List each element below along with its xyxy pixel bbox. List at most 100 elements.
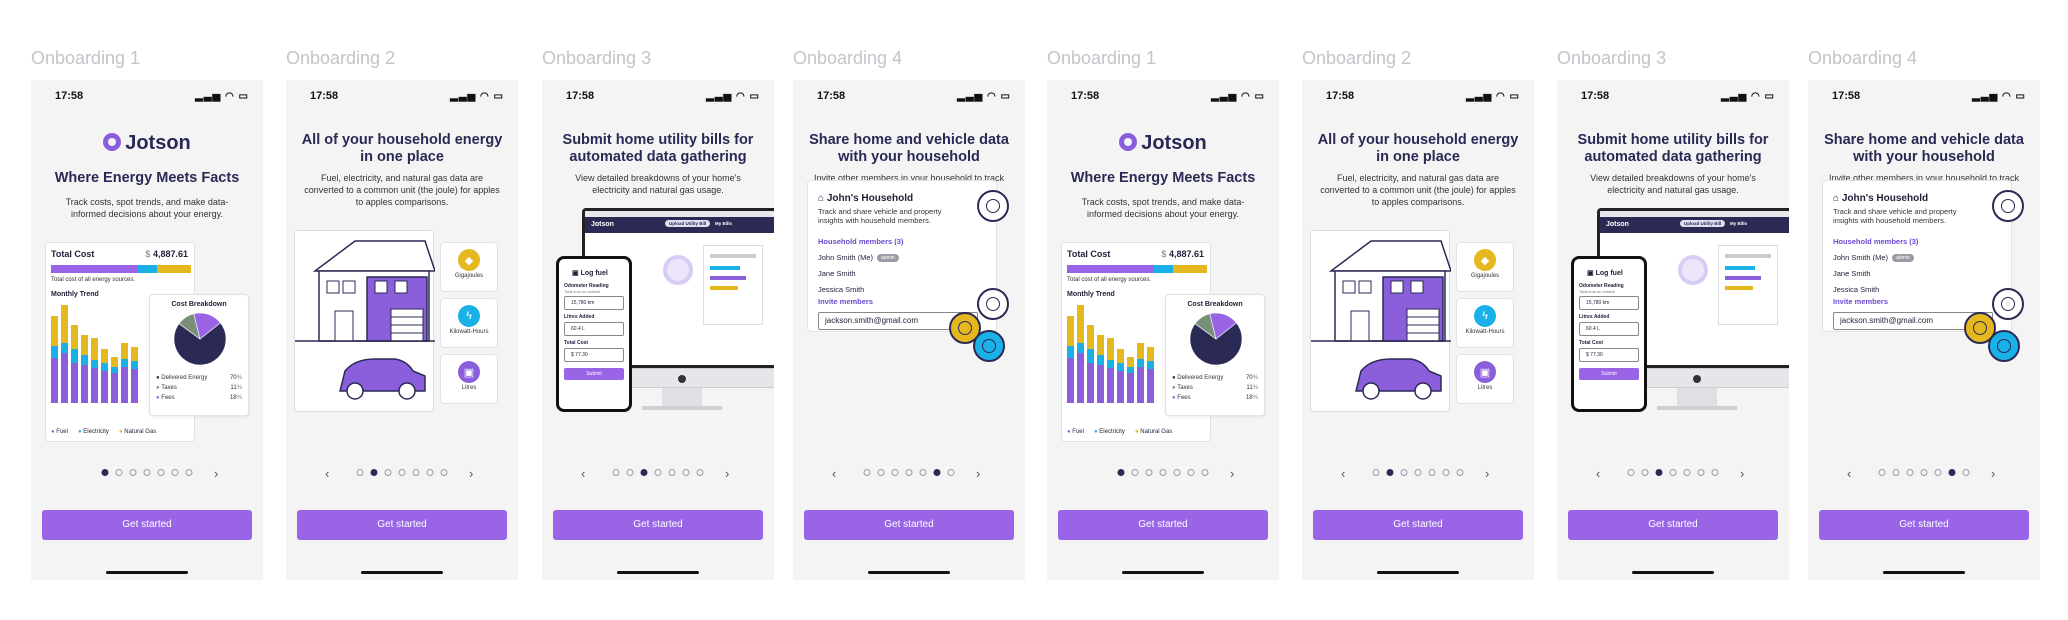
pager-dot[interactable] (398, 469, 406, 476)
pager: ‹ › (286, 466, 518, 482)
chevron-right-icon[interactable]: › (1485, 466, 1489, 481)
pager-dot[interactable] (626, 469, 634, 476)
pager-dot[interactable] (1131, 469, 1139, 476)
trend-bar-fuel (71, 363, 78, 403)
onboarding-screen: Jotson Where Energy Meets Facts Track co… (31, 80, 263, 580)
status-bar: 17:58 ▂▃▅ ◠ ▭ (310, 90, 504, 104)
pager-dot[interactable] (1697, 469, 1705, 476)
pager-dot[interactable] (877, 469, 885, 476)
chevron-right-icon[interactable]: › (725, 466, 729, 481)
chevron-right-icon[interactable]: › (1991, 466, 1995, 481)
pager-dot[interactable] (640, 469, 648, 476)
pager-dot[interactable] (440, 469, 448, 476)
chevron-right-icon[interactable]: › (976, 466, 980, 481)
pager-dot[interactable] (905, 469, 913, 476)
pager-dot[interactable] (1117, 469, 1125, 476)
get-started-button[interactable]: Get started (1819, 510, 2029, 540)
pager-dot[interactable] (1920, 469, 1928, 476)
pager-dot[interactable] (157, 469, 165, 476)
pager-dot[interactable] (612, 469, 620, 476)
trend-bar-fuel (61, 353, 68, 403)
pager-dot[interactable] (1627, 469, 1635, 476)
pager-dot[interactable] (682, 469, 690, 476)
chevron-left-icon[interactable]: ‹ (325, 466, 329, 481)
pager-dot[interactable] (1683, 469, 1691, 476)
bill-upload-icon (1678, 255, 1708, 285)
get-started-button[interactable]: Get started (1568, 510, 1778, 540)
pager-dot[interactable] (1948, 469, 1956, 476)
chip-label: Kilowatt-Hours (1465, 329, 1505, 335)
pager-dot[interactable] (426, 469, 434, 476)
pager-dot[interactable] (185, 469, 193, 476)
chevron-left-icon[interactable]: ‹ (1341, 466, 1345, 481)
pager-dot[interactable] (356, 469, 364, 476)
trend-bar-gas (1117, 349, 1124, 363)
pager-dot[interactable] (1414, 469, 1422, 476)
chevron-right-icon[interactable]: › (469, 466, 473, 481)
pager-dot[interactable] (891, 469, 899, 476)
pager-dot[interactable] (654, 469, 662, 476)
trend-bar-fuel (1147, 369, 1154, 403)
litres-label: Litres Added (1579, 314, 1610, 320)
member-row: Jessica Smith (818, 285, 864, 294)
get-started-button[interactable]: Get started (804, 510, 1014, 540)
pager-dot[interactable] (1173, 469, 1181, 476)
pager-dot[interactable] (1655, 469, 1663, 476)
admin-badge: admin (1892, 254, 1914, 262)
pager-dot[interactable] (947, 469, 955, 476)
pager-dot[interactable] (412, 469, 420, 476)
trend-bar-elec (121, 359, 128, 367)
flame-icon: ◆ (1474, 249, 1496, 271)
total-cost-field: $ 77.30 (1579, 348, 1639, 362)
pager-dot[interactable] (933, 469, 941, 476)
trend-bar-gas (131, 347, 138, 361)
pager-dot[interactable] (1711, 469, 1719, 476)
pager-dot[interactable] (1159, 469, 1167, 476)
chevron-left-icon[interactable]: ‹ (1596, 466, 1600, 481)
pager-dot[interactable] (101, 469, 109, 476)
pager-dot[interactable] (919, 469, 927, 476)
get-started-button[interactable]: Get started (42, 510, 252, 540)
chevron-right-icon[interactable]: › (1740, 466, 1744, 481)
get-started-button[interactable]: Get started (297, 510, 507, 540)
pager-dot[interactable] (1145, 469, 1153, 476)
pager-dot[interactable] (863, 469, 871, 476)
pager-dot[interactable] (1400, 469, 1408, 476)
pager-dot[interactable] (1906, 469, 1914, 476)
chevron-left-icon[interactable]: ‹ (832, 466, 836, 481)
pager-dot[interactable] (115, 469, 123, 476)
pager-dot[interactable] (1386, 469, 1394, 476)
pager-dot[interactable] (370, 469, 378, 476)
trend-legend: ● Fuel ● Electricity ● Natural Gas (51, 429, 156, 435)
chevron-left-icon[interactable]: ‹ (1847, 466, 1851, 481)
pager-dot[interactable] (143, 469, 151, 476)
pager-dot[interactable] (1962, 469, 1970, 476)
pager-dot[interactable] (1372, 469, 1380, 476)
fuel-icon: ▣ (1587, 270, 1596, 277)
pager-dot[interactable] (1428, 469, 1436, 476)
pager-dot[interactable] (1892, 469, 1900, 476)
get-started-button[interactable]: Get started (1058, 510, 1268, 540)
currency-symbol: $ (145, 249, 151, 259)
pager-dot[interactable] (1934, 469, 1942, 476)
get-started-button[interactable]: Get started (1313, 510, 1523, 540)
pager-dot[interactable] (384, 469, 392, 476)
pager-dot[interactable] (1669, 469, 1677, 476)
chevron-right-icon[interactable]: › (1230, 466, 1234, 481)
pager-dot[interactable] (129, 469, 137, 476)
pager-dot[interactable] (1442, 469, 1450, 476)
pager-dot[interactable] (696, 469, 704, 476)
get-started-button[interactable]: Get started (553, 510, 763, 540)
pager-dot[interactable] (1641, 469, 1649, 476)
pager-dot[interactable] (171, 469, 179, 476)
pager-dot[interactable] (1187, 469, 1195, 476)
chevron-left-icon[interactable]: ‹ (581, 466, 585, 481)
pager-dot[interactable] (1878, 469, 1886, 476)
avatar (1988, 330, 2020, 362)
litres-label: Litres Added (564, 314, 595, 320)
page-description: View detailed breakdowns of your home's … (1590, 173, 1756, 195)
pager-dot[interactable] (1456, 469, 1464, 476)
pager-dot[interactable] (668, 469, 676, 476)
pager-dot[interactable] (1201, 469, 1209, 476)
chevron-right-icon[interactable]: › (214, 466, 218, 481)
